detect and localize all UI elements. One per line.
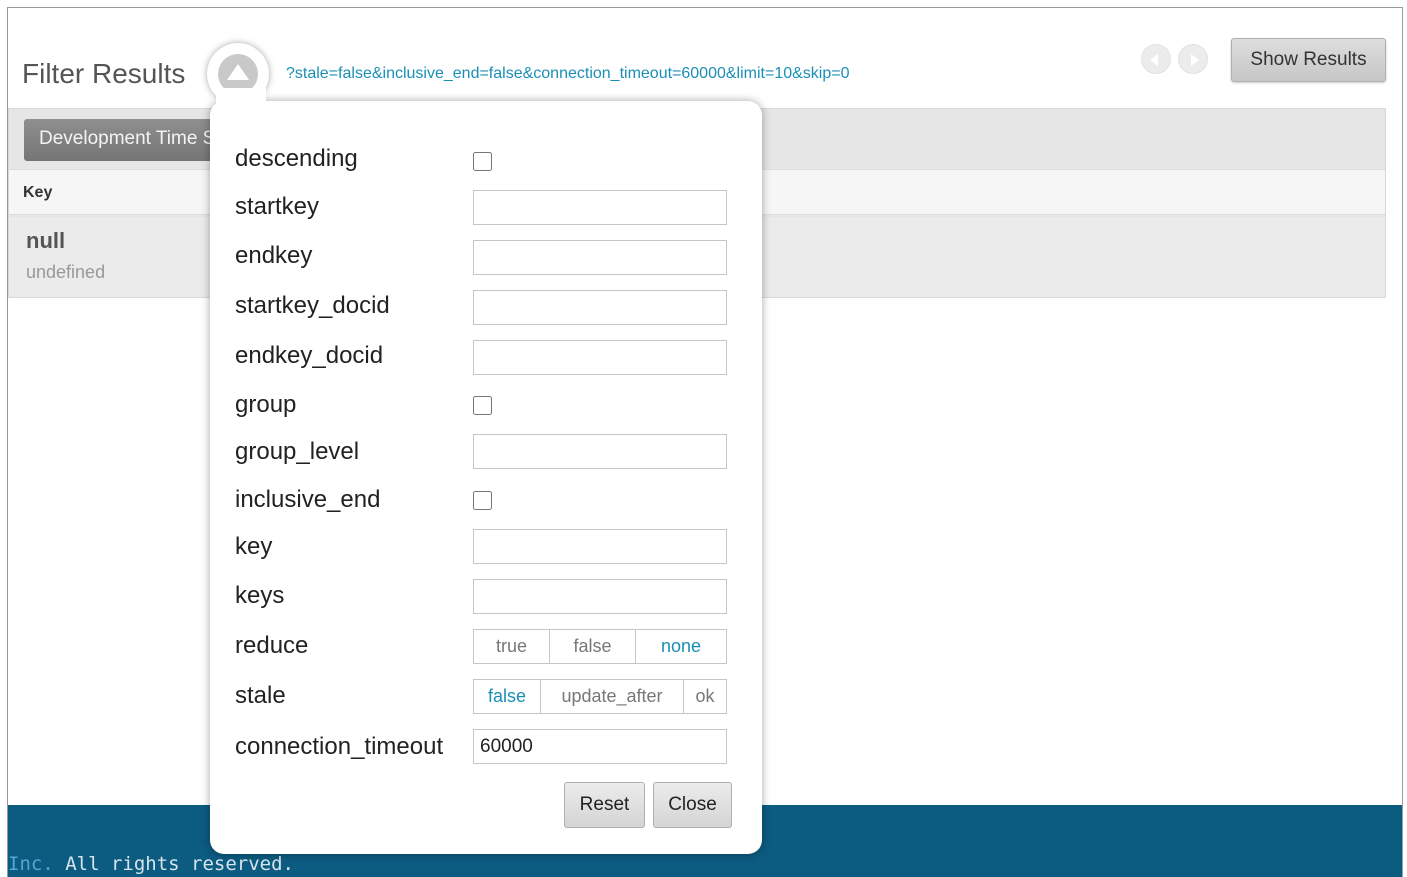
reduce-segmented-control: true false none: [473, 629, 727, 664]
stale-option-false[interactable]: false: [474, 680, 541, 713]
startkey-input[interactable]: [473, 190, 727, 225]
stale-option-update-after[interactable]: update_after: [541, 680, 684, 713]
label-endkey-docid: endkey_docid: [235, 342, 384, 369]
stale-segmented-control: false update_after ok: [473, 679, 727, 714]
row-key: null: [26, 228, 66, 253]
reduce-option-false[interactable]: false: [550, 630, 636, 663]
label-group: group: [235, 391, 297, 418]
label-stale: stale: [235, 682, 286, 709]
company-name: Inc.: [8, 853, 54, 875]
reduce-option-none[interactable]: none: [636, 630, 726, 663]
reset-button[interactable]: Reset: [564, 782, 645, 828]
rights-text: All rights reserved.: [53, 853, 294, 875]
label-endkey: endkey: [235, 242, 313, 269]
label-startkey: startkey: [235, 193, 320, 220]
page-title: Filter Results: [22, 58, 186, 89]
show-results-button[interactable]: Show Results: [1231, 38, 1386, 82]
key-input[interactable]: [473, 529, 727, 564]
connection-timeout-input[interactable]: [473, 729, 727, 764]
column-header-key: Key: [23, 184, 53, 201]
descending-checkbox[interactable]: [473, 152, 492, 171]
group-level-input[interactable]: [473, 434, 727, 469]
label-startkey-docid: startkey_docid: [235, 292, 390, 319]
row-value: undefined: [26, 262, 106, 282]
group-checkbox[interactable]: [473, 396, 492, 415]
endkey-docid-input[interactable]: [473, 340, 727, 375]
label-inclusive-end: inclusive_end: [235, 486, 381, 513]
reduce-option-true[interactable]: true: [474, 630, 550, 663]
close-button[interactable]: Close: [653, 782, 732, 828]
label-group-level: group_level: [235, 438, 360, 465]
keys-input[interactable]: [473, 579, 727, 614]
stale-option-ok[interactable]: ok: [684, 680, 726, 713]
query-string-link[interactable]: ?stale=false&inclusive_end=false&connect…: [286, 65, 849, 83]
label-reduce: reduce: [235, 632, 309, 659]
startkey-docid-input[interactable]: [473, 290, 727, 325]
label-descending: descending: [235, 145, 358, 172]
previous-page-icon[interactable]: [1141, 44, 1171, 74]
copyright-text: Inc. All rights reserved.: [8, 853, 294, 875]
popup-arrow-joint: [216, 88, 266, 114]
filter-options-popup: descending startkey endkey startkey_doci…: [210, 101, 762, 854]
inclusive-end-checkbox[interactable]: [473, 491, 492, 510]
label-key: key: [235, 533, 273, 560]
next-page-icon[interactable]: [1178, 44, 1208, 74]
endkey-input[interactable]: [473, 240, 727, 275]
label-connection-timeout: connection_timeout: [235, 733, 444, 760]
label-keys: keys: [235, 582, 285, 609]
